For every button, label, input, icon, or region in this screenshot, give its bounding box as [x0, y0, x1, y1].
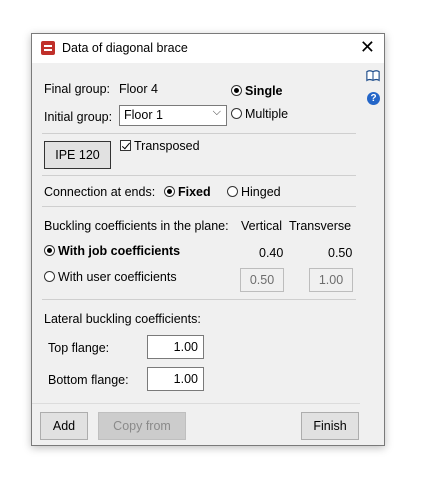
job-radio-indicator[interactable]: [44, 245, 55, 256]
final-group-value: Floor 4: [119, 82, 158, 96]
job-coefficients-label: With job coefficients: [58, 244, 181, 258]
hinged-radio[interactable]: Hinged: [227, 185, 281, 199]
user-vertical-field: 0.50: [240, 268, 284, 292]
bottom-flange-field[interactable]: 1.00: [147, 367, 204, 391]
separator: [42, 299, 356, 300]
profile-button[interactable]: IPE 120: [44, 141, 111, 169]
final-group-label: Final group:: [44, 82, 111, 96]
job-vertical-value: 0.40: [259, 246, 284, 260]
top-flange-label: Top flange:: [48, 341, 110, 355]
user-coefficients-label: With user coefficients: [58, 270, 177, 284]
app-icon: [41, 41, 55, 55]
single-radio-indicator[interactable]: [231, 85, 242, 96]
hinged-radio-label: Hinged: [241, 185, 281, 199]
finish-button[interactable]: Finish: [301, 412, 359, 440]
user-transverse-field: 1.00: [309, 268, 353, 292]
vertical-column-header: Vertical: [241, 219, 282, 233]
transverse-column-header: Transverse: [289, 219, 352, 233]
bottom-flange-label: Bottom flange:: [48, 373, 129, 387]
user-radio-indicator[interactable]: [44, 271, 55, 282]
initial-group-select[interactable]: Floor 1 ⌵: [119, 105, 227, 126]
initial-group-value: Floor 1: [124, 108, 163, 122]
multiple-radio-indicator[interactable]: [231, 108, 242, 119]
separator: [32, 403, 360, 404]
window-title: Data of diagonal brace: [62, 41, 188, 55]
help-icon[interactable]: ?: [367, 92, 380, 105]
fixed-radio[interactable]: Fixed: [164, 185, 211, 199]
transposed-check-indicator[interactable]: [120, 140, 131, 151]
separator: [42, 206, 356, 207]
transposed-checkbox[interactable]: Transposed: [120, 139, 200, 153]
buckling-heading: Buckling coefficients in the plane:: [44, 219, 229, 233]
chevron-down-icon: ⌵: [212, 106, 221, 118]
multiple-radio[interactable]: Multiple: [231, 107, 288, 121]
user-coefficients-radio[interactable]: With user coefficients: [44, 270, 177, 284]
transposed-label: Transposed: [134, 139, 200, 153]
close-icon[interactable]: ✕: [360, 36, 375, 58]
lateral-heading: Lateral buckling coefficients:: [44, 312, 201, 326]
title-bar: Data of diagonal brace ✕: [32, 34, 384, 63]
fixed-radio-indicator[interactable]: [164, 186, 175, 197]
job-transverse-value: 0.50: [328, 246, 353, 260]
top-flange-field[interactable]: 1.00: [147, 335, 204, 359]
fixed-radio-label: Fixed: [178, 185, 211, 199]
dialog-window: Data of diagonal brace ✕ ? Final group: …: [31, 33, 385, 446]
multiple-radio-label: Multiple: [245, 107, 289, 121]
job-coefficients-radio[interactable]: With job coefficients: [44, 244, 180, 258]
separator: [42, 133, 356, 134]
connection-label: Connection at ends:: [44, 185, 156, 199]
copy-from-button[interactable]: Copy from: [98, 412, 186, 440]
book-icon[interactable]: [366, 69, 380, 83]
initial-group-label: Initial group:: [44, 110, 113, 124]
separator: [42, 175, 356, 176]
single-radio[interactable]: Single: [231, 84, 283, 98]
add-button[interactable]: Add: [40, 412, 88, 440]
single-radio-label: Single: [245, 84, 283, 98]
hinged-radio-indicator[interactable]: [227, 186, 238, 197]
